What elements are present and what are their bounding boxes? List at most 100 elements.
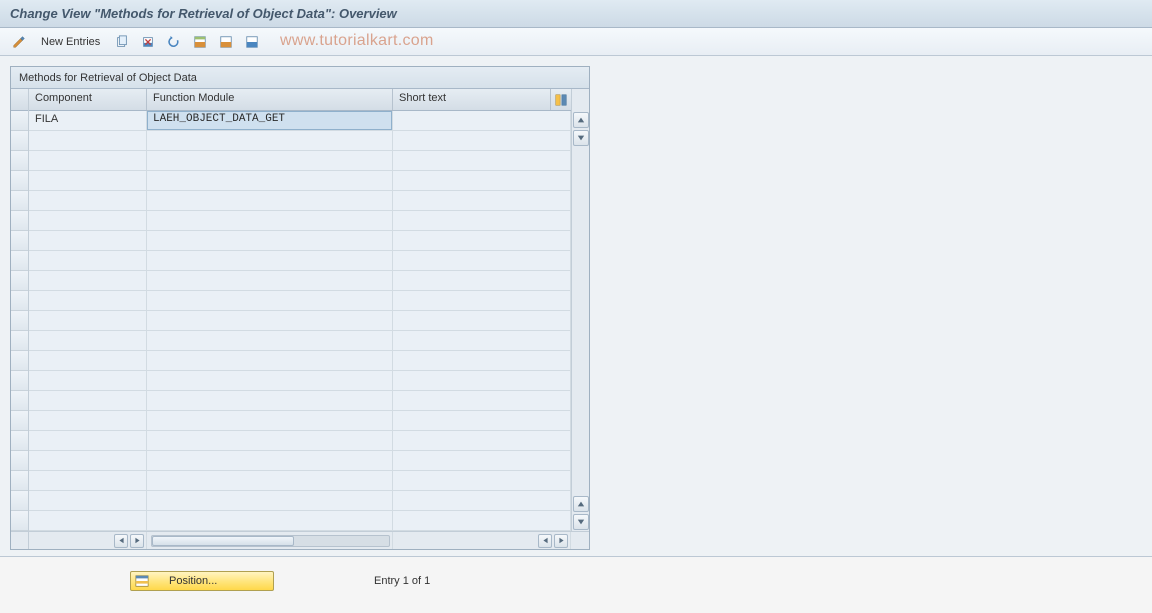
select-all-button[interactable] <box>189 32 211 52</box>
table-row[interactable] <box>29 271 571 291</box>
cell-function-module[interactable] <box>147 491 393 510</box>
col-function-module[interactable]: Function Module <box>147 89 393 110</box>
cell-function-module[interactable] <box>147 511 393 530</box>
row-selector[interactable] <box>11 291 28 311</box>
cell-function-module[interactable] <box>147 351 393 370</box>
cell-short-text[interactable] <box>393 211 571 230</box>
cell-function-module[interactable] <box>147 131 393 150</box>
row-selector[interactable] <box>11 471 28 491</box>
toggle-change-button[interactable] <box>8 32 30 52</box>
row-selector[interactable] <box>11 151 28 171</box>
position-button[interactable]: Position... <box>130 571 274 591</box>
table-row[interactable] <box>29 231 571 251</box>
cell-short-text[interactable] <box>393 511 571 530</box>
cell-short-text[interactable] <box>393 411 571 430</box>
cell-function-module[interactable] <box>147 471 393 490</box>
row-selector[interactable] <box>11 411 28 431</box>
cell-component[interactable] <box>29 331 147 350</box>
row-selector[interactable] <box>11 311 28 331</box>
cell-component[interactable] <box>29 431 147 450</box>
cell-component[interactable] <box>29 491 147 510</box>
table-row[interactable] <box>29 211 571 231</box>
cell-component[interactable] <box>29 271 147 290</box>
cell-component[interactable] <box>29 351 147 370</box>
scroll-up-button-2[interactable] <box>573 496 589 512</box>
row-selector[interactable] <box>11 131 28 151</box>
cell-short-text[interactable] <box>393 271 571 290</box>
cell-component[interactable] <box>29 291 147 310</box>
cell-function-module[interactable] <box>147 311 393 330</box>
cell-short-text[interactable] <box>393 331 571 350</box>
cell-short-text[interactable] <box>393 351 571 370</box>
row-selector[interactable] <box>11 371 28 391</box>
table-row[interactable] <box>29 511 571 531</box>
cell-function-module[interactable] <box>147 451 393 470</box>
table-row[interactable] <box>29 411 571 431</box>
cell-function-module[interactable] <box>147 411 393 430</box>
table-row[interactable] <box>29 451 571 471</box>
row-selector[interactable] <box>11 111 28 131</box>
table-row[interactable]: FILALAEH_OBJECT_DATA_GET <box>29 111 571 131</box>
scroll-down-button[interactable] <box>573 130 589 146</box>
scroll-up-button[interactable] <box>573 112 589 128</box>
hscroll-left-2[interactable] <box>538 534 552 548</box>
col-short-text[interactable]: Short text <box>393 89 551 110</box>
table-row[interactable] <box>29 471 571 491</box>
cell-function-module[interactable] <box>147 211 393 230</box>
row-selector[interactable] <box>11 251 28 271</box>
cell-component[interactable]: FILA <box>29 111 147 130</box>
row-selector[interactable] <box>11 191 28 211</box>
cell-short-text[interactable] <box>393 131 571 150</box>
table-row[interactable] <box>29 251 571 271</box>
table-row[interactable] <box>29 391 571 411</box>
cell-function-module[interactable] <box>147 291 393 310</box>
cell-component[interactable] <box>29 391 147 410</box>
cell-component[interactable] <box>29 371 147 390</box>
cell-component[interactable] <box>29 411 147 430</box>
table-row[interactable] <box>29 351 571 371</box>
cell-function-module[interactable] <box>147 431 393 450</box>
cell-component[interactable] <box>29 451 147 470</box>
cell-short-text[interactable] <box>393 451 571 470</box>
deselect-all-button[interactable] <box>241 32 263 52</box>
cell-function-module[interactable] <box>147 171 393 190</box>
row-selector[interactable] <box>11 231 28 251</box>
cell-short-text[interactable] <box>393 471 571 490</box>
cell-component[interactable] <box>29 191 147 210</box>
row-selector[interactable] <box>11 331 28 351</box>
cell-short-text[interactable] <box>393 431 571 450</box>
select-block-button[interactable] <box>215 32 237 52</box>
table-row[interactable] <box>29 311 571 331</box>
cell-short-text[interactable] <box>393 311 571 330</box>
cell-component[interactable] <box>29 311 147 330</box>
cell-short-text[interactable] <box>393 391 571 410</box>
cell-function-module[interactable] <box>147 251 393 270</box>
cell-component[interactable] <box>29 511 147 530</box>
delete-button[interactable] <box>137 32 159 52</box>
hscroll-right-1[interactable] <box>130 534 144 548</box>
hscroll-right-2[interactable] <box>554 534 568 548</box>
cell-function-module[interactable]: LAEH_OBJECT_DATA_GET <box>147 111 393 130</box>
cell-short-text[interactable] <box>393 251 571 270</box>
cell-function-module[interactable] <box>147 371 393 390</box>
cell-component[interactable] <box>29 151 147 170</box>
row-selector[interactable] <box>11 491 28 511</box>
cell-function-module[interactable] <box>147 391 393 410</box>
cell-short-text[interactable] <box>393 191 571 210</box>
undo-button[interactable] <box>163 32 185 52</box>
cell-short-text[interactable] <box>393 151 571 170</box>
row-selector[interactable] <box>11 511 28 531</box>
table-row[interactable] <box>29 291 571 311</box>
cell-component[interactable] <box>29 211 147 230</box>
cell-short-text[interactable] <box>393 231 571 250</box>
cell-function-module[interactable] <box>147 231 393 250</box>
table-row[interactable] <box>29 171 571 191</box>
row-selector[interactable] <box>11 451 28 471</box>
cell-component[interactable] <box>29 231 147 250</box>
hscroll-track[interactable] <box>151 535 390 547</box>
row-selector[interactable] <box>11 271 28 291</box>
cell-function-module[interactable] <box>147 271 393 290</box>
table-row[interactable] <box>29 131 571 151</box>
cell-short-text[interactable] <box>393 111 571 130</box>
cell-component[interactable] <box>29 171 147 190</box>
